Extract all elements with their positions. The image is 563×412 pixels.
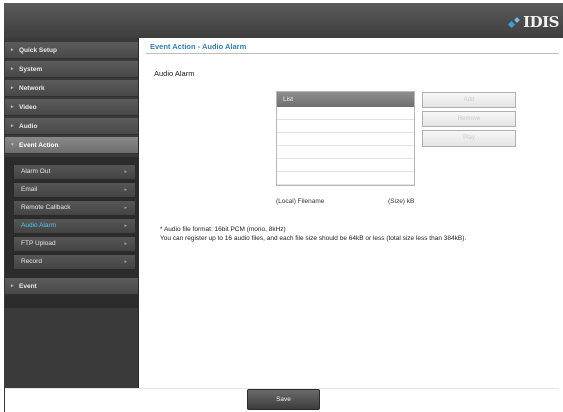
chevron-right-icon: ▸ <box>11 66 14 72</box>
sidebar-item-audio[interactable]: ▸ Audio <box>5 118 138 135</box>
submenu-item-label: Audio Alarm <box>21 222 57 229</box>
sidebar-item-label: Network <box>19 85 45 92</box>
submenu-item-record[interactable]: Record ▸ <box>13 254 136 270</box>
sidebar: ▸ Quick Setup ▸ System ▸ Network ▸ Video… <box>4 38 139 388</box>
caret-right-icon: ▸ <box>124 259 127 265</box>
submenu-item-label: Email <box>21 186 38 193</box>
play-button[interactable]: Play <box>422 130 516 147</box>
caret-right-icon: ▸ <box>124 241 127 247</box>
chevron-right-icon: ▸ <box>11 283 14 289</box>
caret-right-icon: ▸ <box>124 205 127 211</box>
remove-button[interactable]: Remove <box>422 111 516 127</box>
sidebar-item-label: Event <box>19 283 37 290</box>
logo-text: IDIS <box>523 13 559 31</box>
sidebar-item-network[interactable]: ▸ Network <box>5 80 138 97</box>
list-header: List <box>277 92 414 107</box>
audio-file-list[interactable]: List <box>276 91 415 186</box>
chevron-right-icon: ▸ <box>11 123 14 129</box>
app-frame: IDIS ▸ Quick Setup ▸ System ▸ Network ▸ … <box>0 0 563 412</box>
submenu-item-alarm-out[interactable]: Alarm Out ▸ <box>13 164 136 180</box>
submenu-item-remote-callback[interactable]: Remote Callback ▸ <box>13 200 136 216</box>
logo-mark-icon <box>508 16 521 29</box>
page-title: Event Action - Audio Alarm <box>150 42 247 51</box>
limit-note: You can register up to 16 audio files, a… <box>160 235 467 242</box>
submenu-item-ftp-upload[interactable]: FTP Upload ▸ <box>13 236 136 252</box>
add-button[interactable]: Add <box>422 92 516 108</box>
caret-right-icon: ▸ <box>124 223 127 229</box>
sidebar-item-label: Audio <box>19 123 38 130</box>
submenu-item-label: Alarm Out <box>21 168 51 175</box>
chevron-right-icon: ▸ <box>11 85 14 91</box>
sidebar-item-event[interactable]: ▸ Event <box>5 278 138 295</box>
sidebar-item-label: Event Action <box>19 142 59 149</box>
sidebar-item-event-action[interactable]: ▾ Event Action <box>5 137 138 154</box>
submenu-item-label: Remote Callback <box>21 204 71 211</box>
sidebar-item-system[interactable]: ▸ System <box>5 61 138 78</box>
list-item[interactable] <box>277 146 414 159</box>
submenu-item-label: Record <box>21 258 42 265</box>
sidebar-item-video[interactable]: ▸ Video <box>5 99 138 116</box>
list-caption-filename: (Local) Filename <box>276 198 325 205</box>
list-item[interactable] <box>277 107 414 120</box>
top-header: IDIS <box>4 3 563 38</box>
submenu-item-audio-alarm[interactable]: Audio Alarm ▸ <box>13 218 136 234</box>
sidebar-item-label: Video <box>19 104 37 111</box>
sidebar-item-quick-setup[interactable]: ▸ Quick Setup <box>5 42 138 59</box>
chevron-right-icon: ▸ <box>11 104 14 110</box>
chevron-right-icon: ▸ <box>11 47 14 53</box>
caret-right-icon: ▸ <box>124 169 127 175</box>
title-divider <box>146 53 559 54</box>
sidebar-edge <box>4 388 5 412</box>
section-label: Audio Alarm <box>154 69 195 78</box>
list-item[interactable] <box>277 159 414 172</box>
list-item[interactable] <box>277 172 414 185</box>
chevron-down-icon: ▾ <box>11 142 14 148</box>
list-item[interactable] <box>277 120 414 133</box>
submenu-item-label: FTP Upload <box>21 240 56 247</box>
save-button[interactable]: Save <box>247 389 320 410</box>
sidebar-item-label: Quick Setup <box>19 47 57 54</box>
format-note: * Audio file format: 16bit PCM (mono, 8k… <box>160 226 286 233</box>
caret-right-icon: ▸ <box>124 187 127 193</box>
submenu-item-email[interactable]: Email ▸ <box>13 182 136 198</box>
list-item[interactable] <box>277 133 414 146</box>
list-caption-size: (Size) kB <box>388 198 415 205</box>
sidebar-item-label: System <box>19 66 43 73</box>
brand-logo: IDIS <box>508 12 559 32</box>
